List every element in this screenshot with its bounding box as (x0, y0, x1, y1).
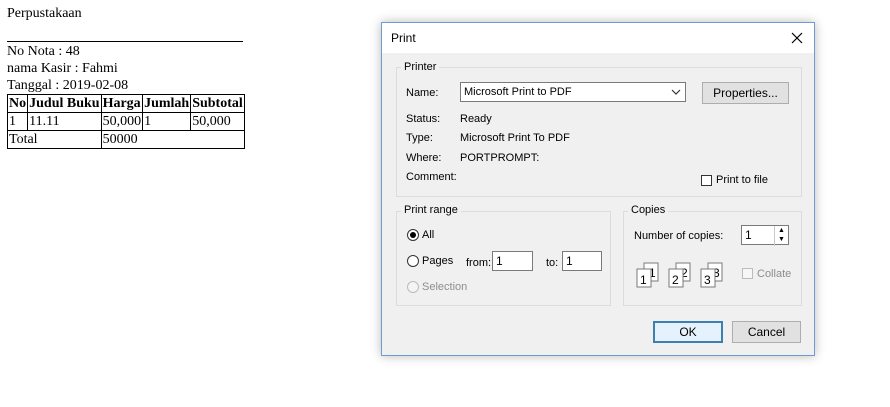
receipt-date: Tanggal : 2019-02-08 (7, 78, 129, 93)
selection-radio[interactable] (407, 281, 419, 293)
cell-harga: 50,000 (100, 112, 144, 131)
pages-radio[interactable] (407, 255, 419, 267)
from-input[interactable]: 1 (492, 251, 533, 271)
shop-name: Perpustakaan (7, 6, 82, 21)
cell-no: 1 (6, 112, 29, 131)
printer-name-label: Name: (406, 87, 439, 99)
pages-label[interactable]: Pages (422, 255, 453, 267)
printer-legend: Printer (401, 61, 440, 73)
number-of-copies-label: Number of copies: (634, 230, 724, 242)
to-label: to: (546, 257, 559, 269)
cell-jumlah: 1 (142, 112, 192, 131)
ok-button[interactable]: OK (653, 321, 723, 343)
svg-text:1: 1 (640, 273, 647, 287)
print-range-legend: Print range (401, 204, 461, 216)
where-label: Where: (406, 152, 442, 164)
total-label: Total (7, 130, 102, 149)
to-input[interactable]: 1 (562, 251, 602, 271)
copies-spinner[interactable]: ▲ ▼ (774, 226, 788, 246)
table-row: 1 11.11 50,000 1 50,000 (6, 112, 245, 131)
cell-subtotal: 50,000 (190, 112, 245, 131)
print-to-file-label[interactable]: Print to file (716, 174, 768, 186)
total-row: Total 50000 (7, 130, 245, 149)
divider (7, 41, 243, 42)
header-jumlah: Jumlah (142, 94, 192, 113)
printer-name-value: Microsoft Print to PDF (464, 86, 572, 98)
cancel-button[interactable]: Cancel (732, 321, 801, 343)
items-table: No Judul Buku Harga Jumlah Subtotal 1 11… (6, 94, 245, 149)
header-harga: Harga (100, 94, 144, 113)
dialog-title: Print (391, 31, 416, 45)
cashier-name: nama Kasir : Fahmi (7, 61, 118, 76)
type-label: Type: (406, 132, 433, 144)
printer-name-select[interactable]: Microsoft Print to PDF (460, 82, 686, 102)
table-header-row: No Judul Buku Harga Jumlah Subtotal (6, 94, 245, 113)
collate-pages-icon: 1 1 2 2 3 3 (636, 262, 723, 288)
svg-text:2: 2 (672, 273, 679, 287)
header-no: No (6, 94, 29, 113)
properties-button[interactable]: Properties... (702, 82, 789, 104)
receipt: Perpustakaan No Nota : 48 nama Kasir : F… (6, 5, 245, 149)
header-judul-buku: Judul Buku (27, 94, 102, 113)
type-value: Microsoft Print To PDF (460, 132, 570, 144)
comment-label: Comment: (406, 171, 457, 183)
collate-label[interactable]: Collate (757, 268, 791, 280)
status-label: Status: (406, 113, 441, 125)
status-value: Ready (460, 113, 492, 125)
svg-text:3: 3 (704, 273, 711, 287)
copies-legend: Copies (628, 204, 669, 216)
copies-value: 1 (745, 228, 752, 242)
close-icon (791, 32, 803, 44)
all-label[interactable]: All (422, 229, 434, 241)
header-subtotal: Subtotal (190, 94, 245, 113)
spin-down-icon[interactable]: ▼ (775, 235, 788, 244)
where-value: PORTPROMPT: (460, 152, 540, 164)
dialog-titlebar[interactable]: Print (382, 23, 814, 53)
cell-judul-buku: 11.11 (27, 112, 102, 131)
spin-up-icon[interactable]: ▲ (775, 226, 788, 235)
print-to-file-checkbox[interactable] (701, 175, 712, 186)
total-value: 50000 (100, 130, 245, 149)
chevron-down-icon (671, 89, 681, 95)
nota-number: No Nota : 48 (7, 44, 80, 59)
collate-checkbox[interactable] (742, 268, 753, 279)
all-radio[interactable] (407, 229, 419, 241)
copies-input[interactable]: 1 ▲ ▼ (741, 225, 789, 246)
selection-label[interactable]: Selection (422, 281, 467, 293)
close-button[interactable] (780, 23, 814, 53)
from-label: from: (466, 257, 492, 269)
print-dialog: Print Printer Name: Microsoft Print to P… (381, 22, 815, 356)
